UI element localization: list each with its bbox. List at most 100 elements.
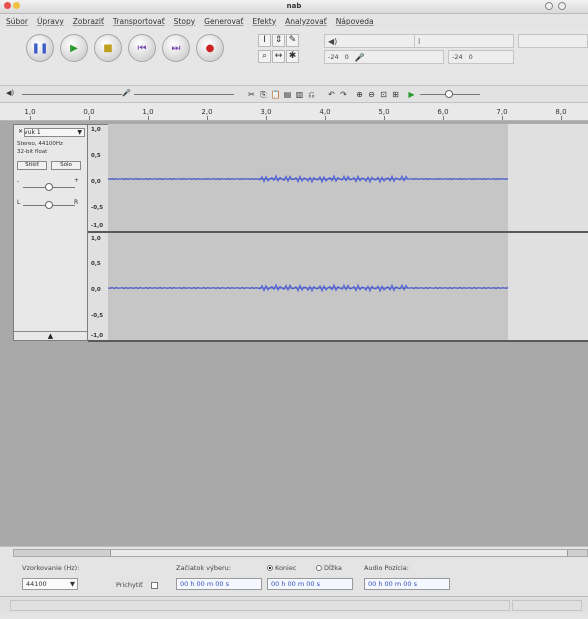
solo-button[interactable]: Sólo bbox=[51, 161, 81, 170]
paste-icon[interactable]: 📋 bbox=[270, 89, 281, 100]
minimize-button[interactable] bbox=[545, 2, 553, 10]
mute-button[interactable]: Stíšiť bbox=[17, 161, 47, 170]
record-button[interactable]: ● bbox=[196, 34, 224, 62]
speaker-icon: ◀) bbox=[328, 36, 338, 46]
length-radio[interactable]: Dĺžka bbox=[316, 564, 342, 572]
track-bottom-border bbox=[88, 340, 588, 342]
zoom-out-icon[interactable]: ⊖ bbox=[366, 89, 377, 100]
sync-lock-icon[interactable]: ⎌ bbox=[306, 89, 317, 100]
end-radio[interactable]: Koniec bbox=[267, 564, 296, 572]
vscale-bottom-1: -1,0 bbox=[91, 223, 104, 229]
output-volume-slider[interactable] bbox=[22, 94, 122, 95]
timeshift-tool-icon[interactable]: ↔ bbox=[272, 50, 285, 63]
vscale-half-1: 0,5 bbox=[91, 153, 101, 159]
microphone-icon: 🎤 bbox=[354, 52, 365, 62]
output-volume-icon: ◀) bbox=[6, 89, 15, 97]
audio-position-field[interactable]: 00 h 00 m 00 s bbox=[364, 578, 450, 590]
input-volume-slider[interactable] bbox=[134, 94, 234, 95]
waveform-right-channel[interactable] bbox=[108, 233, 588, 340]
selection-end-field[interactable]: 00 h 00 m 00 s bbox=[267, 578, 353, 590]
cut-icon[interactable]: ✂ bbox=[246, 89, 257, 100]
toolbar: ❚❚ ▶ ■ ⏮ ⏭ ● I ⇕ ✎ ⌕ ↔ ✱ ◀) -24 0 🎤 | -2… bbox=[0, 28, 588, 86]
transport-toolbar: ❚❚ ▶ ■ ⏮ ⏭ ● bbox=[26, 34, 224, 62]
selection-tool-icon[interactable]: I bbox=[258, 34, 271, 47]
vscale-zero-1: 0,0 bbox=[91, 179, 101, 185]
length-radio-button[interactable] bbox=[316, 565, 322, 571]
record-icon: ● bbox=[205, 42, 215, 54]
ruler-tick-mark bbox=[266, 116, 267, 120]
ruler-tick-label: 8,0 bbox=[555, 108, 567, 116]
pan-left-label: L bbox=[17, 199, 21, 206]
pan-knob[interactable] bbox=[45, 201, 53, 209]
play-speed-knob[interactable] bbox=[445, 90, 453, 98]
menu-view[interactable]: Zobraziť bbox=[73, 17, 104, 26]
gain-knob[interactable] bbox=[45, 183, 53, 191]
menu-help[interactable]: Nápoveda bbox=[336, 17, 374, 26]
envelope-tool-icon[interactable]: ⇕ bbox=[272, 34, 285, 47]
menu-edit[interactable]: Úpravy bbox=[37, 17, 64, 26]
selection-start-label: Začiatok výberu: bbox=[176, 564, 231, 572]
menu-transport[interactable]: Transportovať bbox=[113, 17, 165, 26]
copy-icon[interactable]: ⎘ bbox=[258, 89, 269, 100]
ruler-tick-mark bbox=[443, 116, 444, 120]
close-button[interactable] bbox=[558, 2, 566, 10]
snap-checkbox[interactable] bbox=[151, 582, 158, 589]
zoom-in-icon[interactable]: ⊕ bbox=[354, 89, 365, 100]
skip-start-button[interactable]: ⏮ bbox=[128, 34, 156, 62]
rate-select[interactable]: 44100 ▼ bbox=[22, 578, 78, 590]
timeline-ruler[interactable]: 1,0 0,0 1,0 2,0 3,0 4,0 5,0 6,0 7,0 8,0 bbox=[0, 103, 588, 121]
menu-tracks[interactable]: Stopy bbox=[174, 17, 196, 26]
audio-position-label: Audio Pozícia: bbox=[364, 564, 409, 572]
zoom-tool-icon[interactable]: ⌕ bbox=[258, 50, 271, 63]
collapse-track-button[interactable]: ▲ bbox=[14, 331, 87, 340]
menu-bar: Súbor Úpravy Zobraziť Transportovať Stop… bbox=[0, 14, 588, 28]
fit-selection-icon[interactable]: ⊡ bbox=[378, 89, 389, 100]
vscale-bottom-2: -1,0 bbox=[91, 333, 104, 339]
status-message bbox=[10, 600, 510, 611]
vscale-neghalf-1: -0,5 bbox=[91, 205, 104, 211]
menu-generate[interactable]: Generovať bbox=[204, 17, 243, 26]
window-title: nab bbox=[286, 2, 302, 10]
menu-file[interactable]: Súbor bbox=[6, 17, 28, 26]
fit-project-icon[interactable]: ⊞ bbox=[390, 89, 401, 100]
stop-button[interactable]: ■ bbox=[94, 34, 122, 62]
track-rate-info: Stereo, 44100Hz bbox=[17, 141, 63, 147]
multi-tool-icon[interactable]: ✱ bbox=[286, 50, 299, 63]
ruler-tick-mark bbox=[502, 116, 503, 120]
trim-icon[interactable]: ▤ bbox=[282, 89, 293, 100]
menu-analyze[interactable]: Analyzovať bbox=[285, 17, 327, 26]
status-rate bbox=[512, 600, 582, 611]
menu-effects[interactable]: Efekty bbox=[252, 17, 276, 26]
meter-db-4: 0 bbox=[468, 53, 473, 61]
silence-icon[interactable]: ▥ bbox=[294, 89, 305, 100]
draw-tool-icon[interactable]: ✎ bbox=[286, 34, 299, 47]
redo-icon[interactable]: ↷ bbox=[338, 89, 349, 100]
play-at-speed-icon[interactable]: ▶ bbox=[406, 89, 417, 100]
end-radio-button[interactable] bbox=[267, 565, 273, 571]
ruler-tick-mark bbox=[89, 116, 90, 120]
chevron-down-icon: ▼ bbox=[70, 580, 75, 588]
horizontal-scrollbar[interactable] bbox=[13, 549, 588, 557]
undo-icon[interactable]: ↶ bbox=[326, 89, 337, 100]
ruler-tick-label: 4,0 bbox=[319, 108, 331, 116]
meter-scale-marker: | bbox=[418, 37, 421, 45]
close-track-icon[interactable]: ✕ bbox=[17, 128, 25, 137]
meter-db-2: 0 bbox=[344, 53, 349, 61]
pause-button[interactable]: ❚❚ bbox=[26, 34, 54, 62]
track-name-menu[interactable]: Zvuk 1 ▼ ✕ bbox=[17, 128, 85, 137]
play-button[interactable]: ▶ bbox=[60, 34, 88, 62]
meter-db-1: -24 bbox=[328, 53, 339, 61]
record-meter-scale: -24 0 🎤 bbox=[324, 50, 444, 64]
play-meter[interactable]: | bbox=[414, 34, 514, 48]
selection-start-field[interactable]: 00 h 00 m 00 s bbox=[176, 578, 262, 590]
vscale-zero-2: 0,0 bbox=[91, 287, 101, 293]
vscale-half-2: 0,5 bbox=[91, 261, 101, 267]
pause-icon: ❚❚ bbox=[31, 42, 49, 54]
ruler-tick-mark bbox=[384, 116, 385, 120]
meter-db-3: -24 bbox=[452, 53, 463, 61]
waveform-left-channel[interactable] bbox=[108, 124, 588, 231]
skip-end-button[interactable]: ⏭ bbox=[162, 34, 190, 62]
scrollbar-thumb[interactable] bbox=[110, 550, 568, 556]
play-icon: ▶ bbox=[70, 42, 78, 54]
waveform-left-plot bbox=[108, 174, 509, 184]
